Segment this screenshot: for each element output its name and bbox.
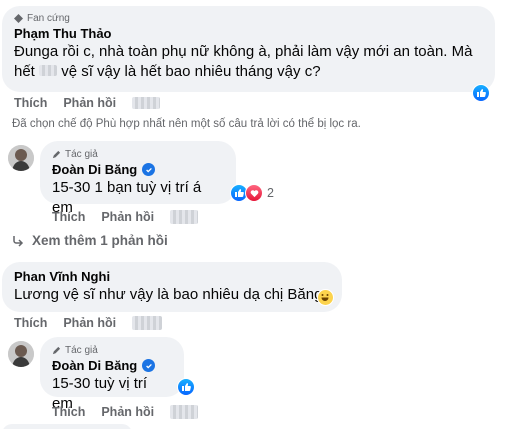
like-reaction-icon[interactable] (177, 378, 195, 396)
reply-bubble: Tác giả Đoàn Di Băng 15-30 1 bạn tuỳ vị … (40, 141, 236, 216)
comment-bubble: Phan Vĩnh Nghi Lương vệ sĩ như vậy là ba… (2, 262, 342, 312)
next-comment-bubble (2, 424, 132, 429)
pen-icon (52, 150, 61, 159)
verified-icon (142, 163, 156, 176)
heart-reaction-icon[interactable] (245, 184, 263, 202)
author-badge: Tác giả (52, 344, 172, 357)
comment-actions: Thích Phản hồi (14, 316, 163, 330)
avatar[interactable] (8, 145, 34, 171)
reply-author[interactable]: Đoàn Di Băng (52, 161, 224, 178)
comment-actions: Thích Phản hồi (14, 96, 161, 110)
comment-author[interactable]: Phan Vĩnh Nghi (14, 268, 330, 285)
comment-text: Lương vệ sĩ như vậy là bao nhiêu dạ chị … (14, 286, 323, 303)
avatar[interactable] (8, 341, 34, 367)
reply-arrow-icon (13, 235, 24, 247)
reply-button[interactable]: Phản hồi (63, 96, 116, 110)
reply-button[interactable]: Phản hồi (101, 405, 154, 419)
comment-text: Đunga rồi c, nhà toàn phụ nữ không à, ph… (14, 43, 473, 80)
comment-author[interactable]: Phạm Thu Thảo (14, 25, 483, 42)
haha-reaction-icon[interactable] (317, 289, 334, 306)
reaction-count[interactable]: 2 (267, 186, 274, 200)
like-reaction-icon[interactable] (472, 84, 490, 102)
like-button[interactable]: Thích (52, 405, 85, 419)
timestamp-blurred (170, 210, 199, 224)
pen-icon (52, 346, 61, 355)
timestamp-blurred (132, 97, 161, 109)
verified-icon (142, 359, 156, 372)
reply-actions: Thích Phản hồi (52, 405, 199, 419)
comment-bubble: Fan cứng Phạm Thu Thảo Đunga rồi c, nhà … (2, 6, 495, 92)
timestamp-blurred (170, 405, 199, 419)
reply-actions: Thích Phản hồi (52, 210, 199, 224)
reply-button[interactable]: Phản hồi (63, 316, 116, 330)
redacted-text (39, 65, 58, 76)
filter-notice: Đã chọn chế độ Phù hợp nhất nên một số c… (12, 118, 361, 130)
fan-icon (14, 14, 23, 23)
like-button[interactable]: Thích (52, 210, 85, 224)
reply-bubble: Tác giả Đoàn Di Băng 15-30 tuỳ vị trí em (40, 337, 184, 412)
reply-author[interactable]: Đoàn Di Băng (52, 357, 172, 374)
like-button[interactable]: Thích (14, 316, 47, 330)
see-more-replies[interactable]: Xem thêm 1 phản hồi (12, 233, 168, 248)
timestamp-blurred (132, 316, 163, 330)
fan-badge: Fan cứng (14, 12, 483, 25)
like-button[interactable]: Thích (14, 96, 47, 110)
author-badge: Tác giả (52, 148, 224, 161)
reply-button[interactable]: Phản hồi (101, 210, 154, 224)
